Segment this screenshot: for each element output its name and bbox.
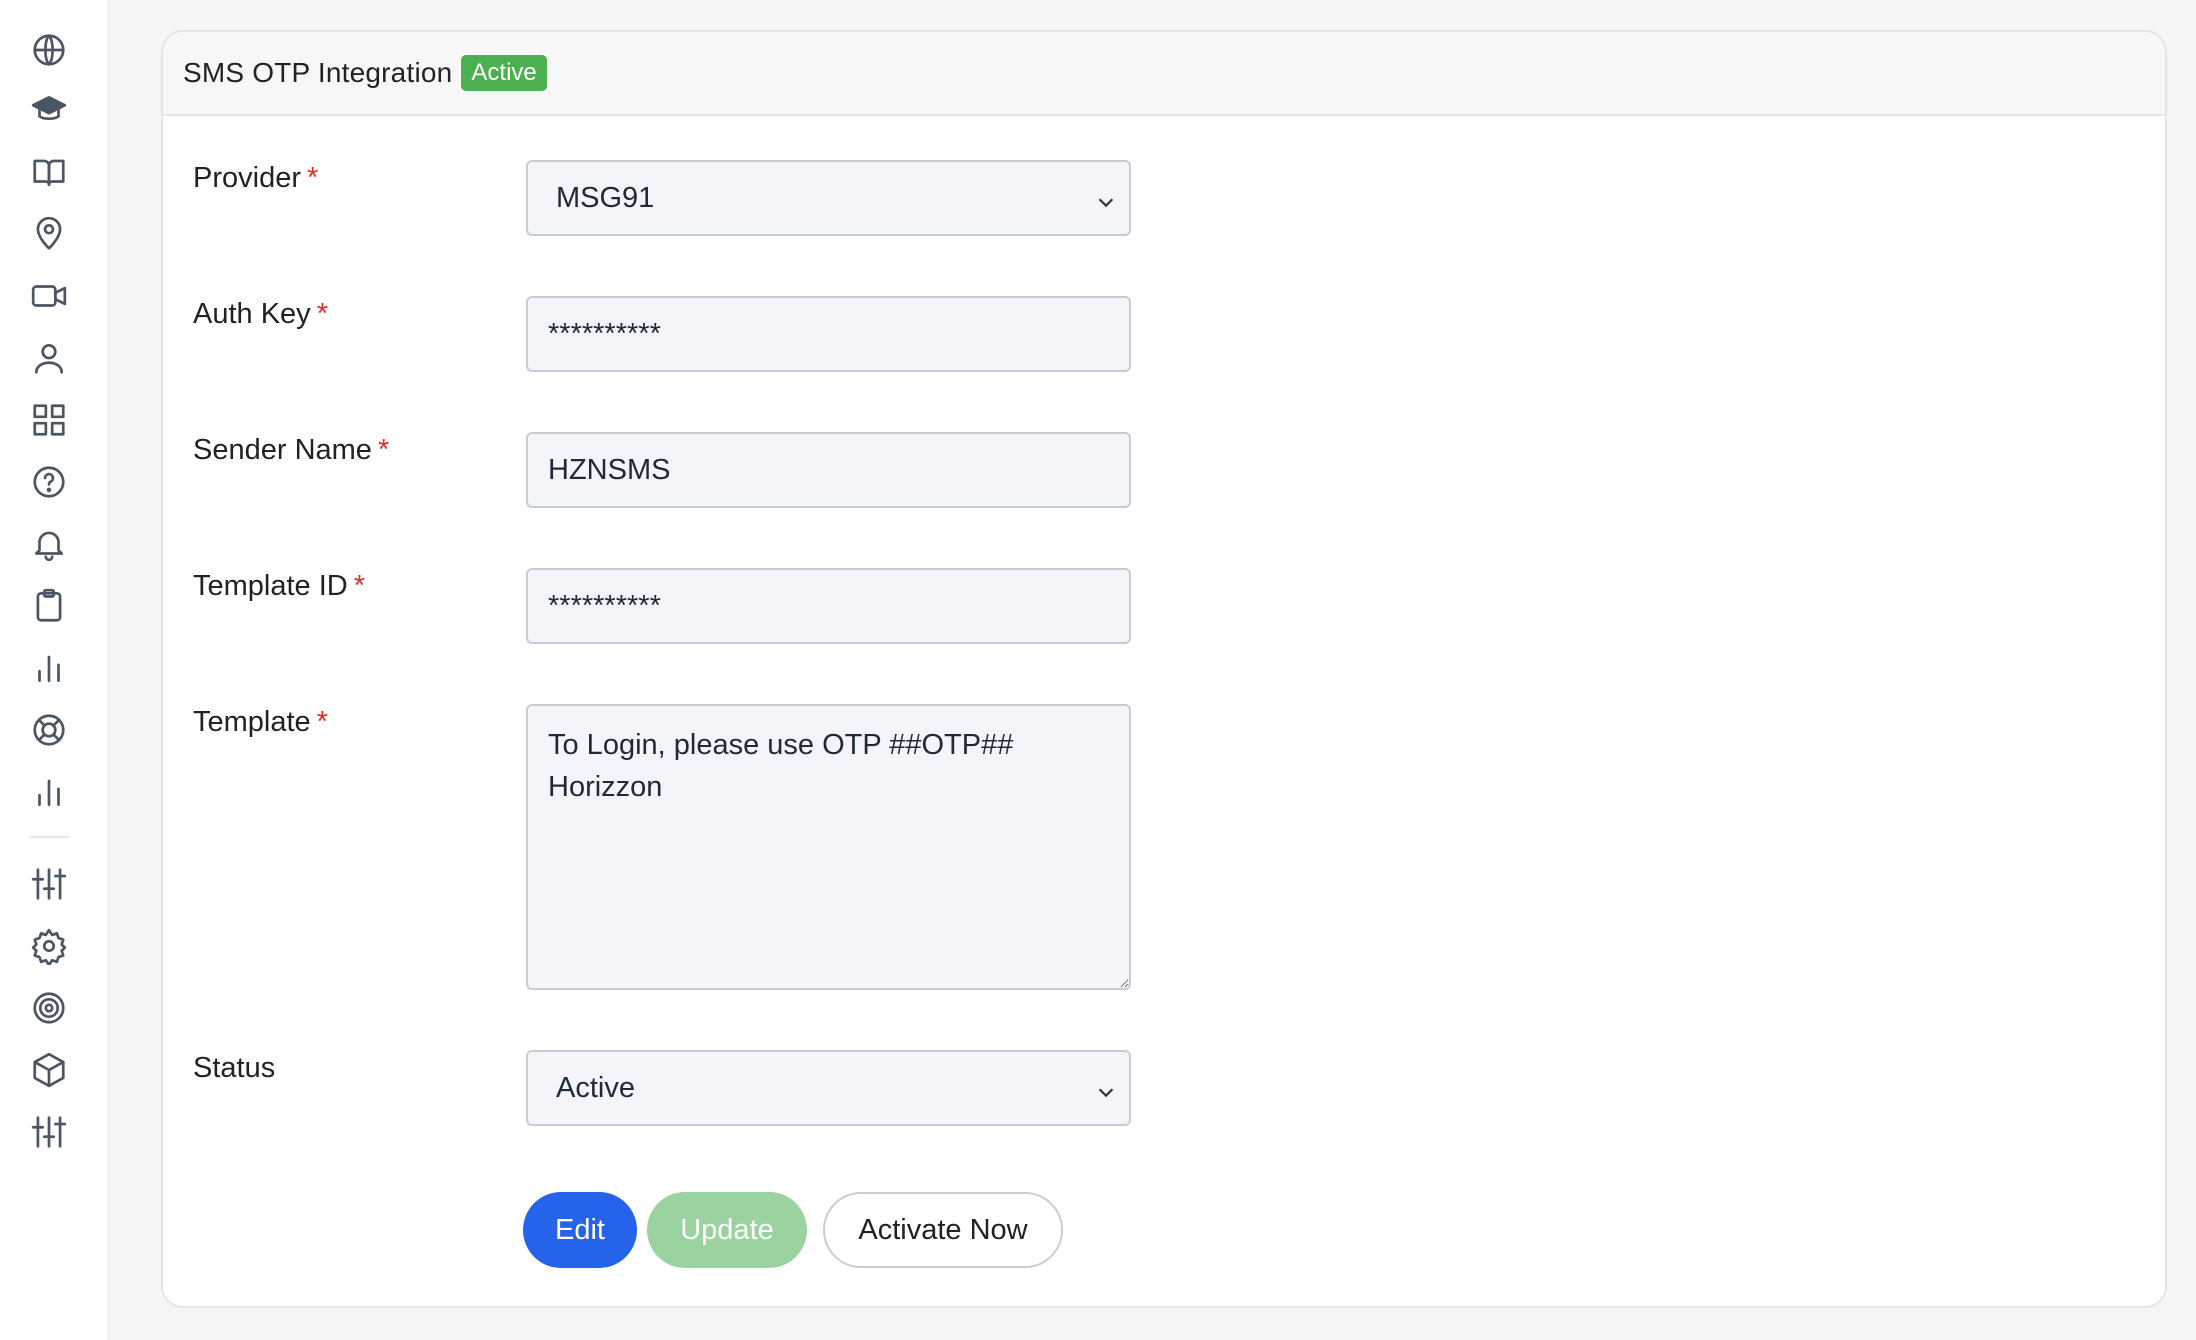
user-icon[interactable] [27,336,71,380]
sender-name-label: Sender Name * [193,434,389,467]
bar-chart-icon[interactable] [27,770,71,814]
status-label: Status [193,1052,275,1085]
template-id-input[interactable]: ********** [526,568,1131,644]
globe-icon[interactable] [27,28,71,72]
template-textarea[interactable] [526,704,1131,990]
sidebar [0,0,109,1340]
book-open-icon[interactable] [27,150,71,194]
template-id-label-text: Template ID [193,570,348,602]
status-value: Active [556,1071,635,1104]
update-button[interactable]: Update [647,1192,807,1268]
auth-key-value: ********** [548,317,661,350]
card-title: SMS OTP Integration [183,57,453,88]
provider-select[interactable]: MSG91 [526,160,1131,236]
template-label: Template * [193,706,328,739]
gear-icon[interactable] [27,924,71,968]
template-id-label: Template ID * [193,570,365,603]
grid-icon[interactable] [27,398,71,442]
template-label-text: Template [193,706,311,738]
status-label-text: Status [193,1052,276,1084]
activate-now-button[interactable]: Activate Now [823,1192,1063,1268]
required-marker: * [307,162,319,194]
auth-key-input[interactable]: ********** [526,296,1131,372]
video-icon[interactable] [27,274,71,318]
bar-chart-icon[interactable] [27,646,71,690]
auth-key-label-text: Auth Key [193,298,311,330]
required-marker: * [316,298,328,330]
life-buoy-icon[interactable] [27,708,71,752]
provider-label-text: Provider [193,162,301,194]
help-circle-icon[interactable] [27,460,71,504]
chevron-down-icon [1095,188,1117,210]
clipboard-icon[interactable] [27,584,71,628]
target-icon[interactable] [27,986,71,1030]
card-header: SMS OTP Integration Active [163,32,2165,116]
status-select[interactable]: Active [526,1050,1131,1126]
sender-name-label-text: Sender Name [193,434,372,466]
sender-name-value: HZNSMS [548,453,671,486]
required-marker: * [353,570,366,602]
bell-icon[interactable] [27,522,71,566]
required-marker: * [316,706,328,738]
chevron-down-icon [1095,1078,1117,1100]
auth-key-label: Auth Key * [193,298,328,331]
required-marker: * [377,434,390,466]
sidebar-divider [29,836,69,838]
map-pin-icon[interactable] [27,212,71,256]
sender-name-input[interactable]: HZNSMS [526,432,1131,508]
provider-label: Provider * [193,162,318,195]
sliders-icon[interactable] [27,1110,71,1154]
sliders-icon[interactable] [27,862,71,906]
graduation-cap-icon[interactable] [27,88,71,132]
status-badge: Active [461,55,547,91]
package-icon[interactable] [27,1048,71,1092]
template-id-value: ********** [548,589,661,622]
sms-otp-card: SMS OTP Integration Active Provider * MSG… [161,30,2167,1308]
provider-value: MSG91 [556,181,655,214]
edit-button[interactable]: Edit [523,1192,637,1268]
